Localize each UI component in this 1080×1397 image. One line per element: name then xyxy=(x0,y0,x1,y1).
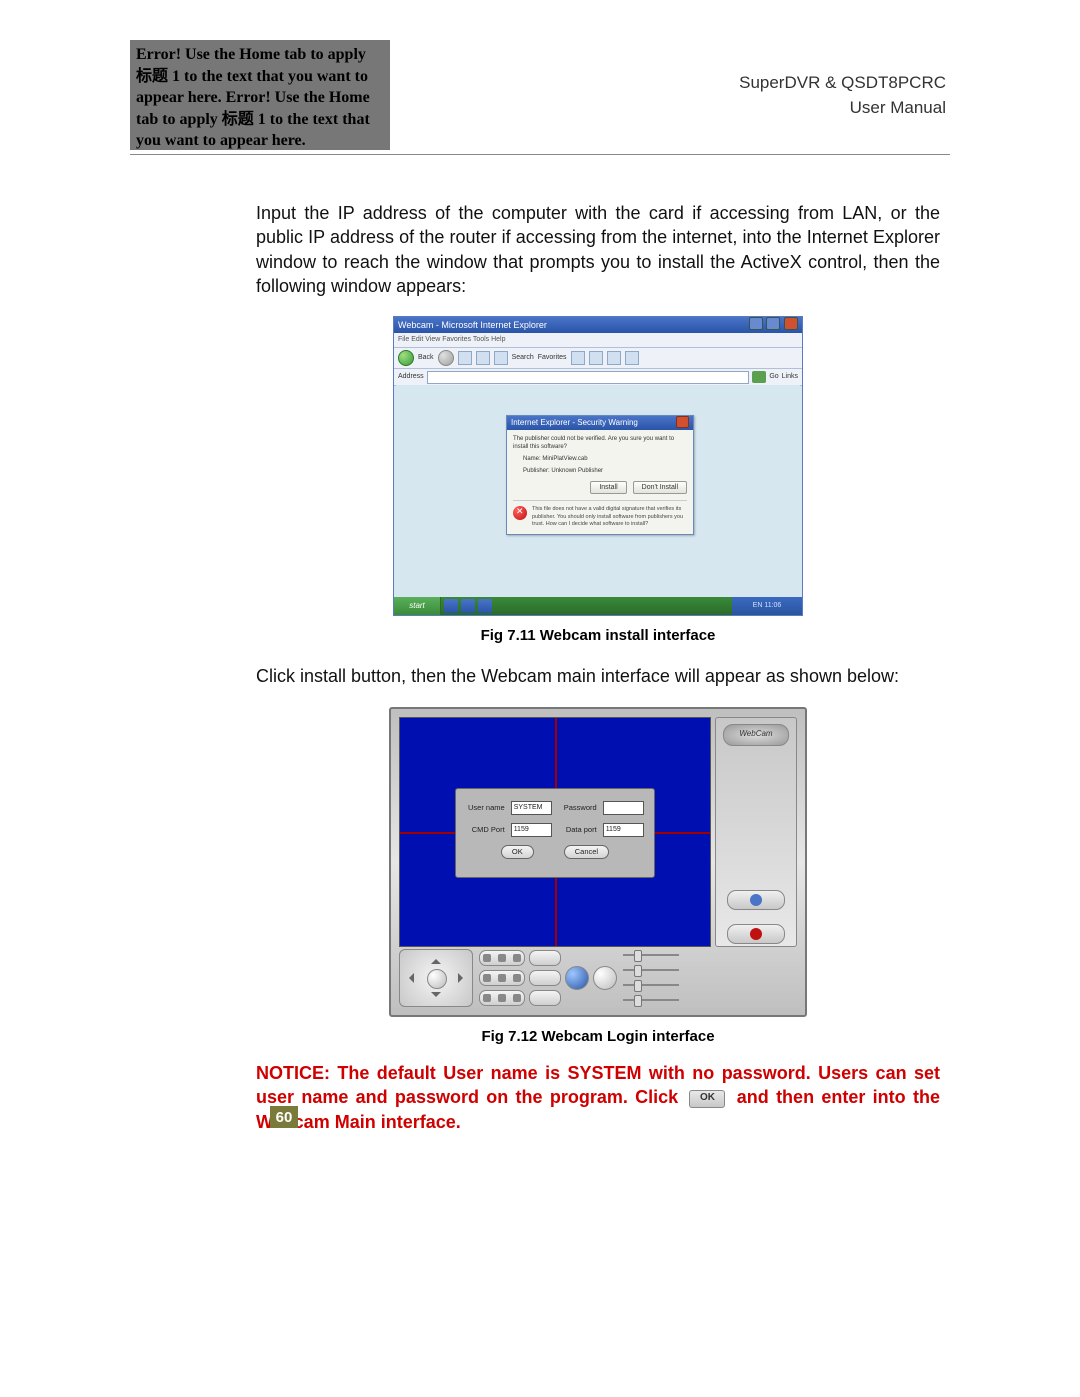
stop-icon[interactable] xyxy=(458,351,472,365)
minimize-icon[interactable] xyxy=(749,317,763,330)
taskbar-item[interactable] xyxy=(444,599,458,613)
ptz-control[interactable] xyxy=(399,949,473,1007)
history-icon[interactable] xyxy=(589,351,603,365)
links-label: Links xyxy=(782,372,798,381)
ie-viewport: Internet Explorer - Security Warning The… xyxy=(396,385,800,597)
cmdport-input[interactable]: 1159 xyxy=(511,823,552,837)
header-error-box: Error! Use the Home tab to apply 标题 1 to… xyxy=(130,40,390,150)
zoom-button[interactable] xyxy=(529,950,561,966)
dataport-label: Data port xyxy=(558,825,597,835)
dialog-close-icon[interactable] xyxy=(676,416,689,428)
username-input[interactable]: SYSTEM xyxy=(511,801,552,815)
close-icon[interactable] xyxy=(784,317,798,330)
record-icon xyxy=(750,928,762,940)
product-name: SuperDVR & QSDT8PCRC xyxy=(739,70,946,96)
ie-toolbar: Back Search Favorites xyxy=(394,348,802,369)
media-icon[interactable] xyxy=(571,351,585,365)
taskbar-item[interactable] xyxy=(461,599,475,613)
dialog-titlebar: Internet Explorer - Security Warning xyxy=(507,416,693,430)
doc-title: User Manual xyxy=(850,95,946,121)
ptz-up-icon[interactable] xyxy=(431,954,441,964)
login-cancel-button[interactable]: Cancel xyxy=(564,845,609,859)
hue-slider[interactable] xyxy=(623,984,679,986)
header-right: SuperDVR & QSDT8PCRC User Manual xyxy=(390,40,950,150)
page-header: Error! Use the Home tab to apply 标题 1 to… xyxy=(130,40,950,150)
side-panel: WebCam xyxy=(715,717,797,947)
dialog-message: The publisher could not be verified. Are… xyxy=(513,436,687,452)
layout-pill[interactable] xyxy=(479,950,525,966)
iris-button[interactable] xyxy=(529,990,561,1006)
username-label: User name xyxy=(466,803,505,813)
ie-titlebar: Webcam - Microsoft Internet Explorer xyxy=(394,317,802,333)
webcam-window: User name SYSTEM Password CMD Port 1159 … xyxy=(389,707,807,1017)
favorites-label[interactable]: Favorites xyxy=(538,353,567,362)
login-ok-button[interactable]: OK xyxy=(501,845,534,859)
ie-menubar[interactable]: File Edit View Favorites Tools Help xyxy=(394,333,802,348)
login-dialog: User name SYSTEM Password CMD Port 1159 … xyxy=(455,788,655,878)
ie-window: Webcam - Microsoft Internet Explorer Fil… xyxy=(393,316,803,616)
focus-button[interactable] xyxy=(529,970,561,986)
window-buttons xyxy=(748,317,798,333)
forward-icon[interactable] xyxy=(438,350,454,366)
search-label[interactable]: Search xyxy=(512,353,534,362)
ptz-center-icon[interactable] xyxy=(427,969,447,989)
paragraph-1: Input the IP address of the computer wit… xyxy=(256,201,940,298)
side-record-button[interactable] xyxy=(727,924,785,944)
address-label: Address xyxy=(398,372,424,381)
figure-7-12: User name SYSTEM Password CMD Port 1159 … xyxy=(256,707,940,1047)
contrast-slider[interactable] xyxy=(623,969,679,971)
video-grid: User name SYSTEM Password CMD Port 1159 … xyxy=(399,717,711,947)
back-label: Back xyxy=(418,353,434,362)
page-number: 60 xyxy=(270,1106,298,1128)
address-input[interactable] xyxy=(427,371,750,384)
taskbar: start EN 11:06 xyxy=(394,597,802,615)
ptz-down-icon[interactable] xyxy=(431,992,441,1002)
back-icon[interactable] xyxy=(398,350,414,366)
security-warning-dialog: Internet Explorer - Security Warning The… xyxy=(506,415,694,535)
snapshot-button[interactable] xyxy=(565,966,589,990)
mail-icon[interactable] xyxy=(607,351,621,365)
maximize-icon[interactable] xyxy=(766,317,780,330)
figure-7-11: Webcam - Microsoft Internet Explorer Fil… xyxy=(256,316,940,646)
system-tray[interactable]: EN 11:06 xyxy=(732,597,802,615)
bottom-controls xyxy=(399,949,797,1007)
layout-pill[interactable] xyxy=(479,990,525,1006)
webcam-logo: WebCam xyxy=(723,724,789,746)
dont-install-button[interactable]: Don't Install xyxy=(633,481,687,494)
ptz-right-icon[interactable] xyxy=(458,973,468,983)
figure-7-11-caption: Fig 7.11 Webcam install interface xyxy=(481,626,716,646)
ptz-left-icon[interactable] xyxy=(404,973,414,983)
brightness-slider[interactable] xyxy=(623,954,679,956)
cmdport-label: CMD Port xyxy=(466,825,505,835)
slider-panel xyxy=(621,950,681,1005)
password-input[interactable] xyxy=(603,801,644,815)
password-label: Password xyxy=(558,803,597,813)
notice-paragraph: NOTICE: The default User name is SYSTEM … xyxy=(256,1061,940,1134)
paragraph-2: Click install button, then the Webcam ma… xyxy=(256,664,940,688)
figure-7-12-caption: Fig 7.12 Webcam Login interface xyxy=(481,1027,714,1047)
settings-button[interactable] xyxy=(593,966,617,990)
start-button[interactable]: start xyxy=(394,597,441,615)
install-button[interactable]: Install xyxy=(590,481,626,494)
go-button[interactable] xyxy=(752,371,766,383)
dialog-title: Internet Explorer - Security Warning xyxy=(511,416,638,430)
refresh-icon[interactable] xyxy=(476,351,490,365)
shield-warning-icon xyxy=(513,506,527,520)
dataport-input[interactable]: 1159 xyxy=(603,823,644,837)
dialog-warning-text: This file does not have a valid digital … xyxy=(532,506,687,527)
saturation-slider[interactable] xyxy=(623,999,679,1001)
go-label: Go xyxy=(769,372,778,381)
ie-title-text: Webcam - Microsoft Internet Explorer xyxy=(398,319,547,331)
ie-addressbar: Address Go Links xyxy=(394,369,802,386)
dialog-file-name: Name: MiniPlatView.cab xyxy=(523,456,687,464)
dialog-publisher: Publisher: Unknown Publisher xyxy=(523,468,687,476)
layout-pill[interactable] xyxy=(479,970,525,986)
ok-button-inline[interactable]: OK xyxy=(689,1090,725,1108)
taskbar-item[interactable] xyxy=(478,599,492,613)
side-search-button[interactable] xyxy=(727,890,785,910)
search-icon xyxy=(750,894,762,906)
print-icon[interactable] xyxy=(625,351,639,365)
home-icon[interactable] xyxy=(494,351,508,365)
